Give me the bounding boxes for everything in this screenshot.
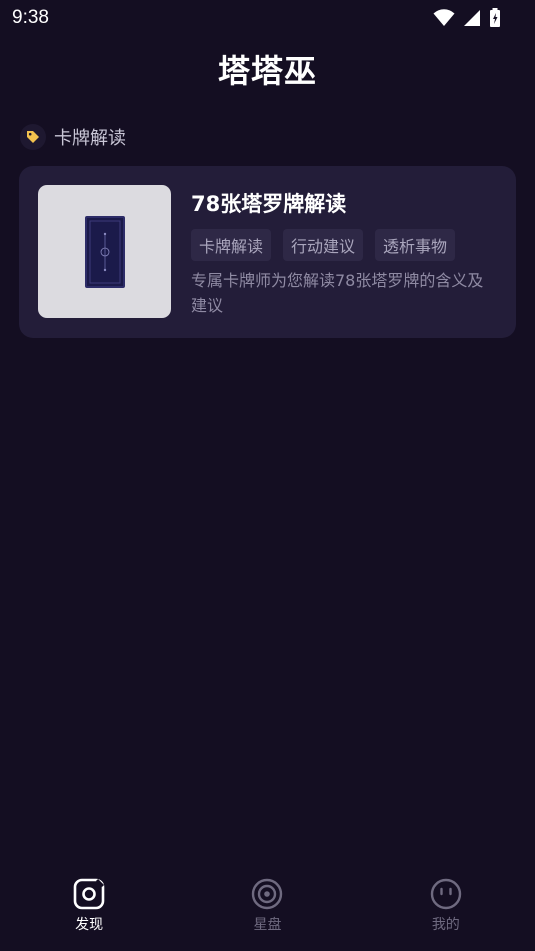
astrolabe-icon — [252, 878, 283, 910]
wifi-icon — [433, 9, 455, 26]
profile-face-icon — [430, 878, 462, 910]
app-screen: 9:38 塔塔巫 卡牌解读 78张塔罗牌解读 卡牌解读 行动建议 透析事物 专属… — [0, 0, 535, 951]
nav-item-profile[interactable]: 我的 — [357, 863, 535, 951]
card-tags: 卡牌解读 行动建议 透析事物 — [191, 229, 456, 261]
section-header: 卡牌解读 — [20, 124, 126, 150]
card-thumbnail — [38, 185, 171, 318]
discover-icon — [73, 878, 105, 910]
card-tag: 卡牌解读 — [191, 229, 272, 261]
section-title: 卡牌解读 — [54, 128, 126, 149]
status-time: 9:38 — [12, 7, 49, 28]
app-title: 塔塔巫 — [217, 52, 317, 90]
card-tag: 透析事物 — [375, 229, 456, 261]
tarot-reading-card[interactable]: 78张塔罗牌解读 卡牌解读 行动建议 透析事物 专属卡牌师为您解读78张塔罗牌的… — [19, 166, 516, 338]
card-tag: 行动建议 — [283, 229, 364, 261]
card-title: 78张塔罗牌解读 — [191, 192, 347, 216]
card-description: 专属卡牌师为您解读78张塔罗牌的含义及建议 — [191, 271, 484, 315]
status-bar: 9:38 — [0, 0, 535, 36]
status-icons — [433, 8, 501, 28]
signal-icon — [464, 10, 480, 26]
battery-charging-icon — [490, 8, 500, 27]
bottom-nav: 发现 星盘 我的 — [0, 863, 535, 951]
nav-label-astrolabe: 星盘 — [253, 917, 282, 933]
tarot-card-back-icon — [84, 215, 125, 288]
tag-icon — [20, 124, 46, 150]
nav-label-discover: 发现 — [75, 917, 104, 933]
nav-item-discover[interactable]: 发现 — [0, 863, 178, 951]
nav-label-profile: 我的 — [431, 917, 460, 933]
nav-item-astrolabe[interactable]: 星盘 — [178, 863, 356, 951]
